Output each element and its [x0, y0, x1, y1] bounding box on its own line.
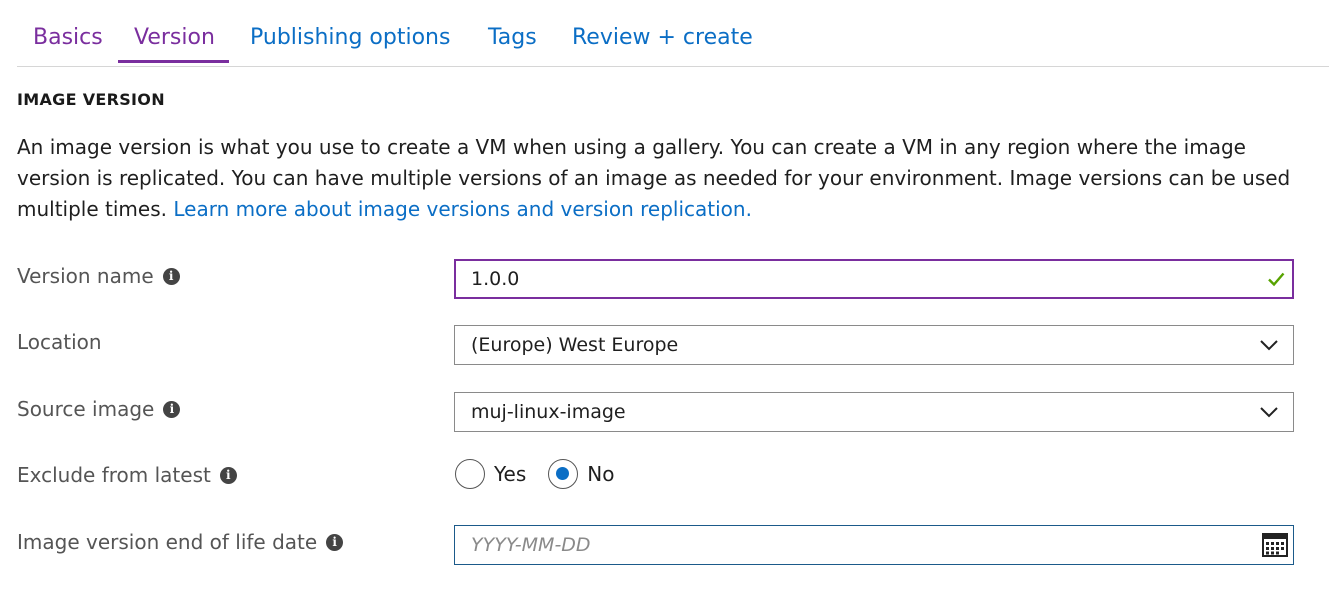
- tab-publishing-options[interactable]: Publishing options: [250, 20, 450, 64]
- radio-yes-circle[interactable]: [455, 459, 485, 489]
- location-label: Location: [17, 330, 102, 354]
- info-icon[interactable]: i: [219, 466, 237, 484]
- info-icon[interactable]: i: [163, 400, 181, 418]
- location-label-text: Location: [17, 330, 102, 354]
- version-name-label: Version name i: [17, 264, 180, 288]
- end-of-life-date-field[interactable]: [454, 525, 1294, 565]
- version-name-field[interactable]: 1.0.0: [454, 259, 1294, 299]
- radio-no[interactable]: No: [548, 459, 615, 489]
- radio-yes-label[interactable]: Yes: [494, 462, 526, 486]
- tab-basics[interactable]: Basics: [33, 20, 103, 64]
- source-image-label: Source image i: [17, 397, 181, 421]
- location-selected-value: (Europe) West Europe: [471, 334, 679, 356]
- source-image-selected-value: muj-linux-image: [471, 401, 626, 423]
- info-icon[interactable]: i: [326, 533, 344, 551]
- source-image-label-text: Source image: [17, 397, 155, 421]
- chevron-down-icon: [1260, 340, 1278, 351]
- end-of-life-date-label-text: Image version end of life date: [17, 530, 318, 554]
- tab-version[interactable]: Version: [134, 20, 215, 64]
- radio-no-circle[interactable]: [548, 459, 579, 489]
- exclude-from-latest-label-text: Exclude from latest: [17, 463, 211, 487]
- checkmark-icon: [1268, 272, 1285, 287]
- learn-more-link[interactable]: Learn more about image versions and vers…: [173, 197, 752, 221]
- info-icon[interactable]: i: [162, 267, 180, 285]
- chevron-down-icon: [1260, 407, 1278, 418]
- end-of-life-date-label: Image version end of life date i: [17, 530, 344, 554]
- exclude-from-latest-radio-group: Yes No: [455, 456, 637, 492]
- source-image-dropdown[interactable]: muj-linux-image: [454, 392, 1294, 432]
- tab-review-create[interactable]: Review + create: [572, 20, 753, 64]
- exclude-from-latest-label: Exclude from latest i: [17, 463, 237, 487]
- end-of-life-date-input[interactable]: [471, 534, 1231, 556]
- tab-bar: Basics Version Publishing options Tags R…: [17, 0, 1329, 67]
- version-name-value[interactable]: 1.0.0: [471, 268, 519, 290]
- section-description: An image version is what you use to crea…: [17, 132, 1307, 225]
- version-name-label-text: Version name: [17, 264, 154, 288]
- calendar-icon[interactable]: [1262, 533, 1288, 557]
- active-tab-indicator: [118, 60, 229, 63]
- section-title: IMAGE VERSION: [17, 90, 165, 109]
- tab-tags[interactable]: Tags: [488, 20, 537, 64]
- radio-yes[interactable]: Yes: [455, 459, 526, 489]
- radio-no-label[interactable]: No: [587, 462, 614, 486]
- location-dropdown[interactable]: (Europe) West Europe: [454, 325, 1294, 365]
